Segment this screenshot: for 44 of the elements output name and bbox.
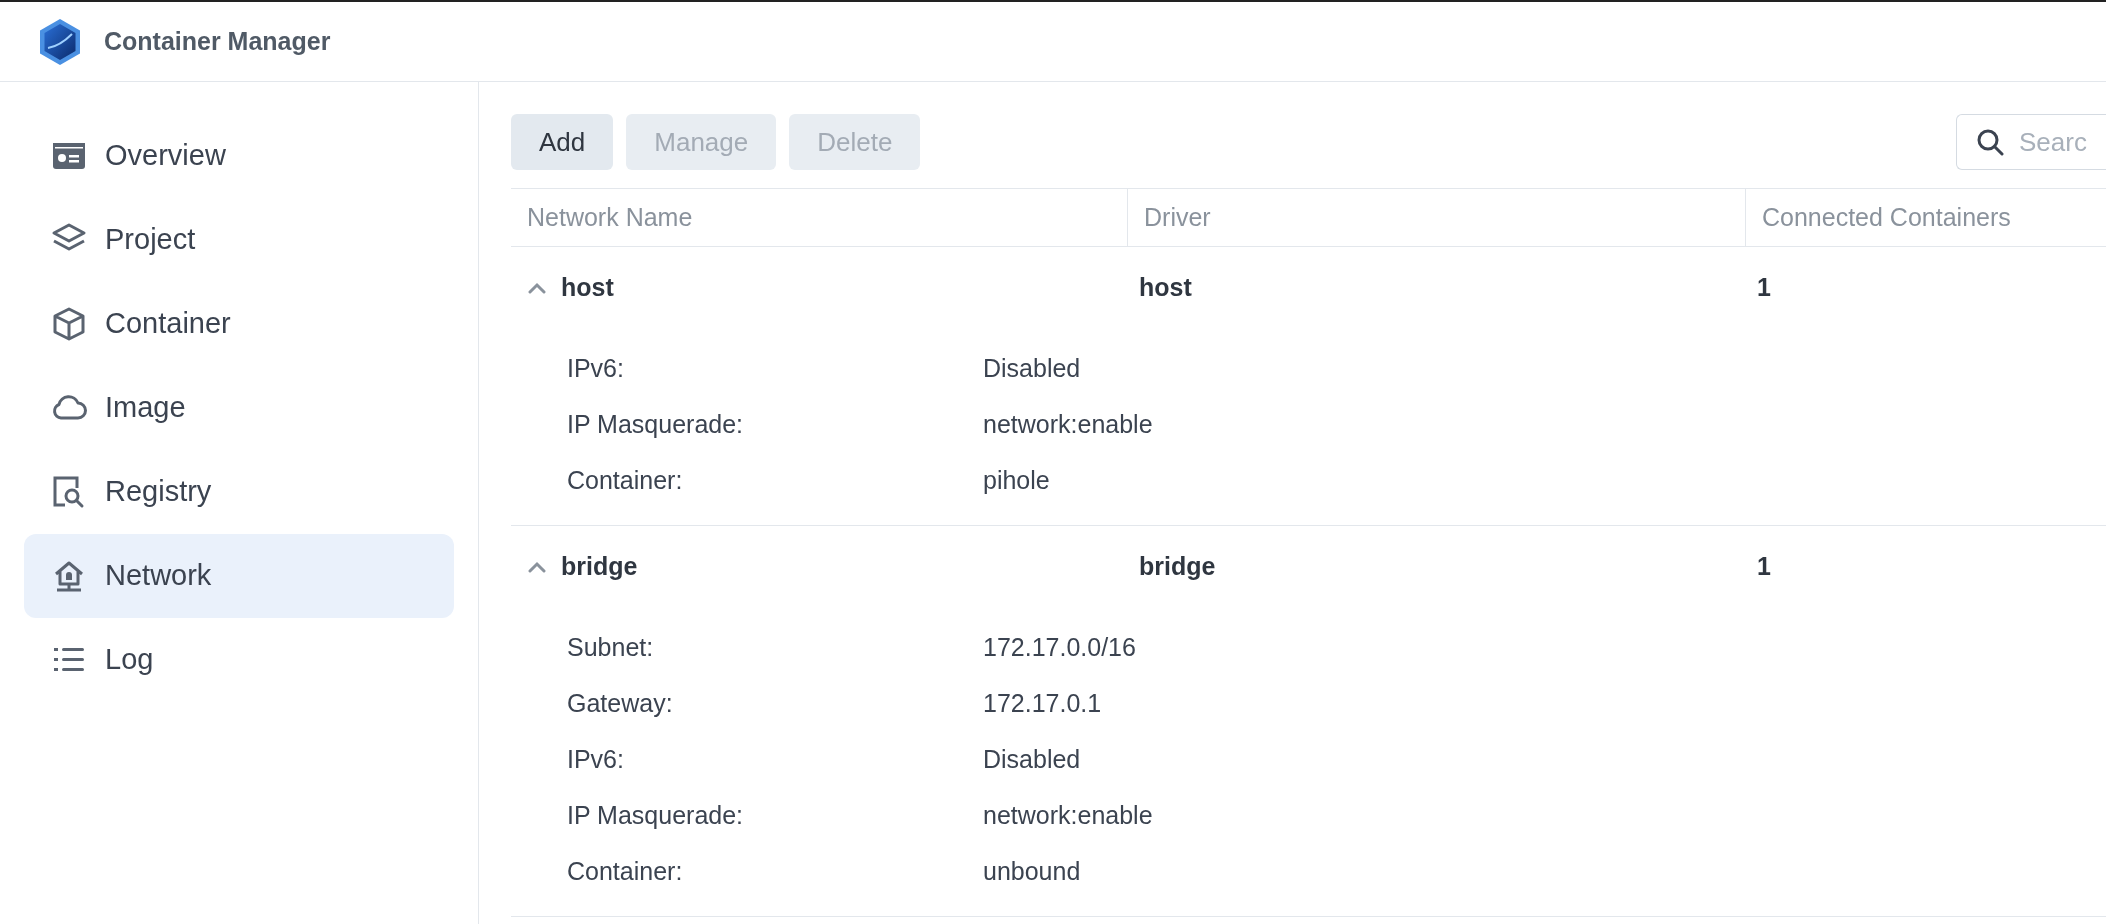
sidebar-item-label: Project	[105, 222, 196, 258]
detail-value: network:enable	[983, 409, 1153, 441]
detail-value: network:enable	[983, 800, 1153, 832]
sidebar-item-label: Container	[105, 306, 231, 342]
app-logo-icon	[38, 17, 82, 66]
sidebar-item-label: Registry	[105, 474, 212, 510]
detail-value: Disabled	[983, 744, 1081, 776]
detail-label: IPv6:	[566, 744, 625, 776]
sidebar-item-label: Image	[105, 390, 186, 426]
sidebar-item-label: Overview	[105, 138, 226, 174]
toolbar-button[interactable]: Add	[511, 114, 614, 170]
chevron-up-icon[interactable]	[527, 282, 547, 294]
app-title: Container Manager	[104, 25, 331, 57]
search-field[interactable]: Searc	[1956, 114, 2106, 170]
search-icon	[1976, 128, 2004, 156]
detail-label: IP Masquerade:	[566, 800, 745, 832]
sidebar-item[interactable]: Image	[24, 366, 454, 450]
detail-label: Subnet:	[566, 632, 655, 664]
detail-label: IP Masquerade:	[566, 409, 745, 441]
connected-count: 1	[1757, 552, 1771, 581]
detail-value: unbound	[983, 856, 1081, 888]
detail-value: 172.17.0.0/16	[983, 632, 1136, 664]
detail-value: 172.17.0.1	[983, 688, 1102, 720]
sidebar-item-label: Network	[105, 558, 212, 594]
detail-label: Container:	[566, 856, 684, 888]
sidebar-item[interactable]: Log	[24, 618, 454, 702]
detail-label: Container:	[566, 465, 684, 497]
chevron-up-icon[interactable]	[527, 561, 547, 573]
network-name: host	[561, 272, 614, 304]
detail-label: Gateway:	[566, 688, 674, 720]
detail-label: IPv6:	[566, 353, 625, 385]
sidebar-item[interactable]: Container	[24, 282, 454, 366]
sidebar-item[interactable]: Network	[24, 534, 454, 618]
sidebar-item-label: Log	[105, 642, 154, 678]
sidebar-item[interactable]: Overview	[24, 114, 454, 198]
connected-count: 1	[1757, 273, 1771, 302]
detail-value: Disabled	[983, 353, 1081, 385]
detail-value: pihole	[983, 465, 1050, 497]
driver-cell: bridge	[1139, 552, 1216, 581]
sidebar-item[interactable]: Project	[24, 198, 454, 282]
cube-icon	[51, 306, 87, 342]
driver-cell: host	[1139, 273, 1192, 302]
sidebar-item[interactable]: Registry	[24, 450, 454, 534]
network-name: bridge	[561, 551, 638, 583]
